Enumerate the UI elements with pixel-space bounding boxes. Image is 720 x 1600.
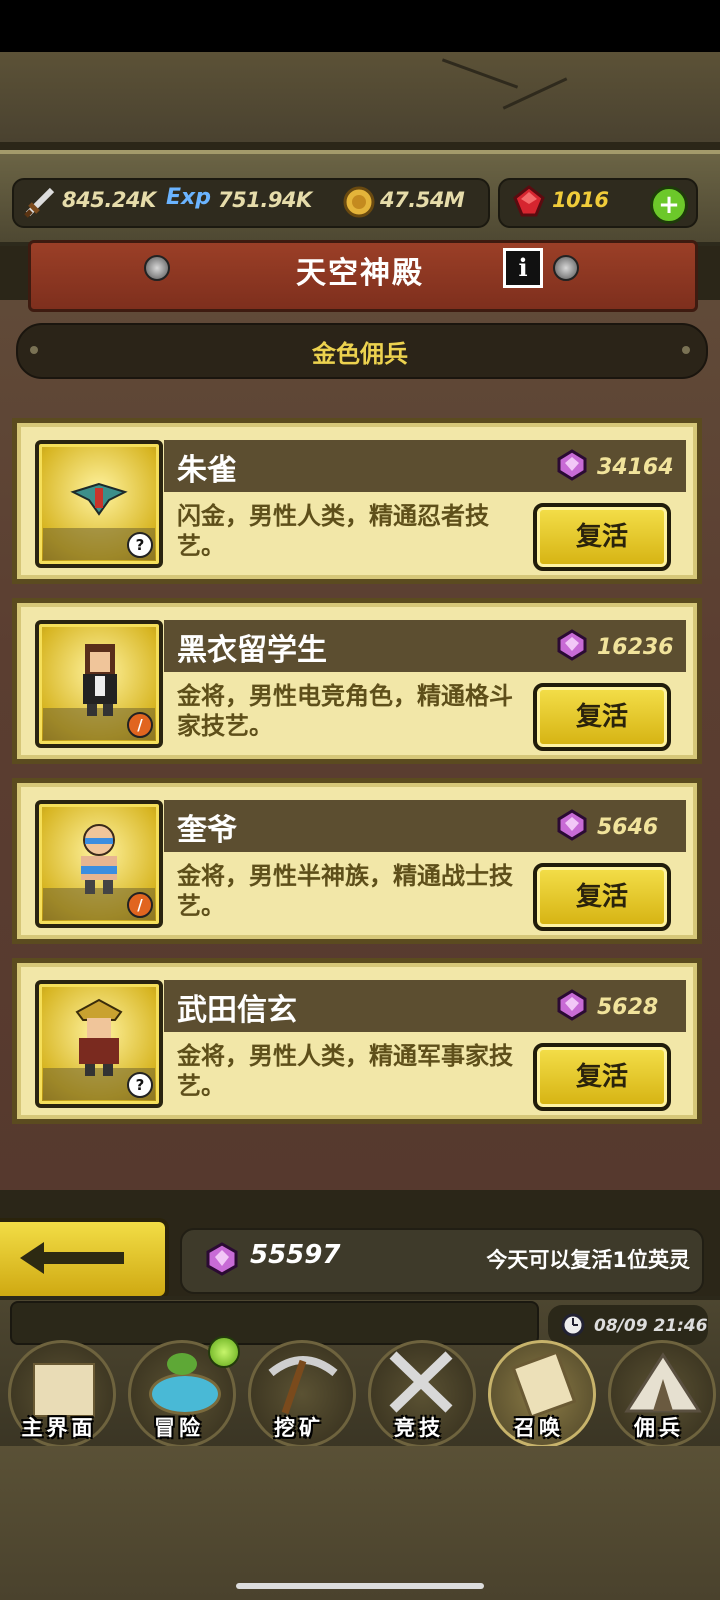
revive-cost: 16236 [597, 635, 674, 660]
hero-card: / 奎爷 5646 金将，男性半神族，精通战士技艺。 复活 [12, 778, 702, 944]
ruby-icon [513, 185, 545, 217]
hero-card: / 黑衣留学生 16236 金将，男性电竞角色，精通格斗家技艺。 复活 [12, 598, 702, 764]
notification-dot [208, 1336, 240, 1368]
nav-label: 主界面 [21, 1416, 97, 1440]
nav-label: 召唤 [514, 1416, 564, 1440]
hero-portrait[interactable]: ? [35, 980, 163, 1108]
hero-name: 黑衣留学生 [177, 633, 327, 668]
soul-gem-icon [206, 1242, 238, 1276]
unknown-badge-icon: ? [127, 1072, 153, 1098]
chat-bar[interactable] [10, 1301, 539, 1345]
hero-description: 金将，男性电竞角色，精通格斗家技艺。 [177, 682, 513, 740]
samurai-sprite-icon [75, 998, 123, 1076]
nav-label: 冒险 [154, 1416, 204, 1440]
gold-value: 47.54M [380, 188, 465, 212]
hero-name: 奎爷 [177, 813, 237, 848]
nav-label: 挖矿 [274, 1416, 324, 1440]
add-currency-button[interactable]: + [650, 186, 688, 224]
nav-arena[interactable]: 竞技 [360, 1340, 478, 1448]
map-background-bottom [0, 1446, 720, 1600]
gold-coin-icon [343, 186, 375, 218]
hero-card: ? 朱雀 34164 闪金，男性人类，精通忍者技艺。 复活 [12, 418, 702, 584]
phoenix-sprite-icon [70, 482, 128, 516]
soul-gem-icon [557, 629, 587, 661]
revive-button[interactable]: 复活 [533, 1043, 671, 1111]
hero-description: 闪金，男性人类，精通忍者技艺。 [177, 502, 489, 560]
page-title: 天空神殿 [296, 256, 424, 291]
hero-portrait[interactable]: / [35, 800, 163, 928]
status-bar [0, 0, 720, 52]
home-indicator[interactable] [236, 1583, 484, 1589]
weapon-badge-icon: / [127, 712, 153, 738]
exp-icon: Exp [166, 185, 211, 210]
soul-gem-icon [557, 989, 587, 1021]
clock-time: 08/09 21:46 [594, 1316, 708, 1336]
ruby-value: 1016 [552, 188, 609, 212]
hero-description: 金将，男性人类，精通军事家技艺。 [177, 1042, 513, 1100]
nav-summon[interactable]: 召唤 [480, 1340, 598, 1448]
hero-name: 朱雀 [177, 453, 237, 488]
revive-cost: 34164 [597, 455, 674, 480]
revive-button[interactable]: 复活 [533, 863, 671, 931]
soul-gem-icon [557, 449, 587, 481]
revive-button[interactable]: 复活 [533, 683, 671, 751]
gem-total: 55597 [250, 1240, 341, 1270]
nav-label: 竞技 [394, 1416, 444, 1440]
back-arrow-icon [20, 1242, 124, 1274]
map-background-top [0, 52, 720, 142]
hero-name: 武田信玄 [177, 993, 297, 1028]
info-button[interactable]: i [503, 248, 543, 288]
nav-mercenary[interactable]: 佣兵 [600, 1340, 718, 1448]
hero-portrait[interactable]: ? [35, 440, 163, 568]
revive-limit-note: 今天可以复活1位英灵 [486, 1248, 690, 1272]
exp-value: 751.94K [218, 188, 312, 212]
section-title: 金色佣兵 [312, 340, 408, 368]
clock-icon [561, 1313, 585, 1337]
warrior-sprite-icon [81, 824, 117, 894]
revive-cost: 5646 [597, 815, 659, 840]
back-button[interactable] [0, 1218, 169, 1300]
revive-cost: 5628 [597, 995, 659, 1020]
unknown-badge-icon: ? [127, 532, 153, 558]
attack-value: 845.24K [62, 188, 156, 212]
hero-card: ? 武田信玄 5628 金将，男性人类，精通军事家技艺。 复活 [12, 958, 702, 1124]
nav-label: 佣兵 [634, 1416, 684, 1440]
nav-home[interactable]: 主界面 [0, 1340, 118, 1448]
revive-button[interactable]: 复活 [533, 503, 671, 571]
sword-icon [24, 187, 55, 218]
hero-description: 金将，男性半神族，精通战士技艺。 [177, 862, 513, 920]
soul-gem-icon [557, 809, 587, 841]
hero-portrait[interactable]: / [35, 620, 163, 748]
student-sprite-icon [83, 644, 117, 716]
nav-mining[interactable]: 挖矿 [240, 1340, 358, 1448]
weapon-badge-icon: / [127, 892, 153, 918]
